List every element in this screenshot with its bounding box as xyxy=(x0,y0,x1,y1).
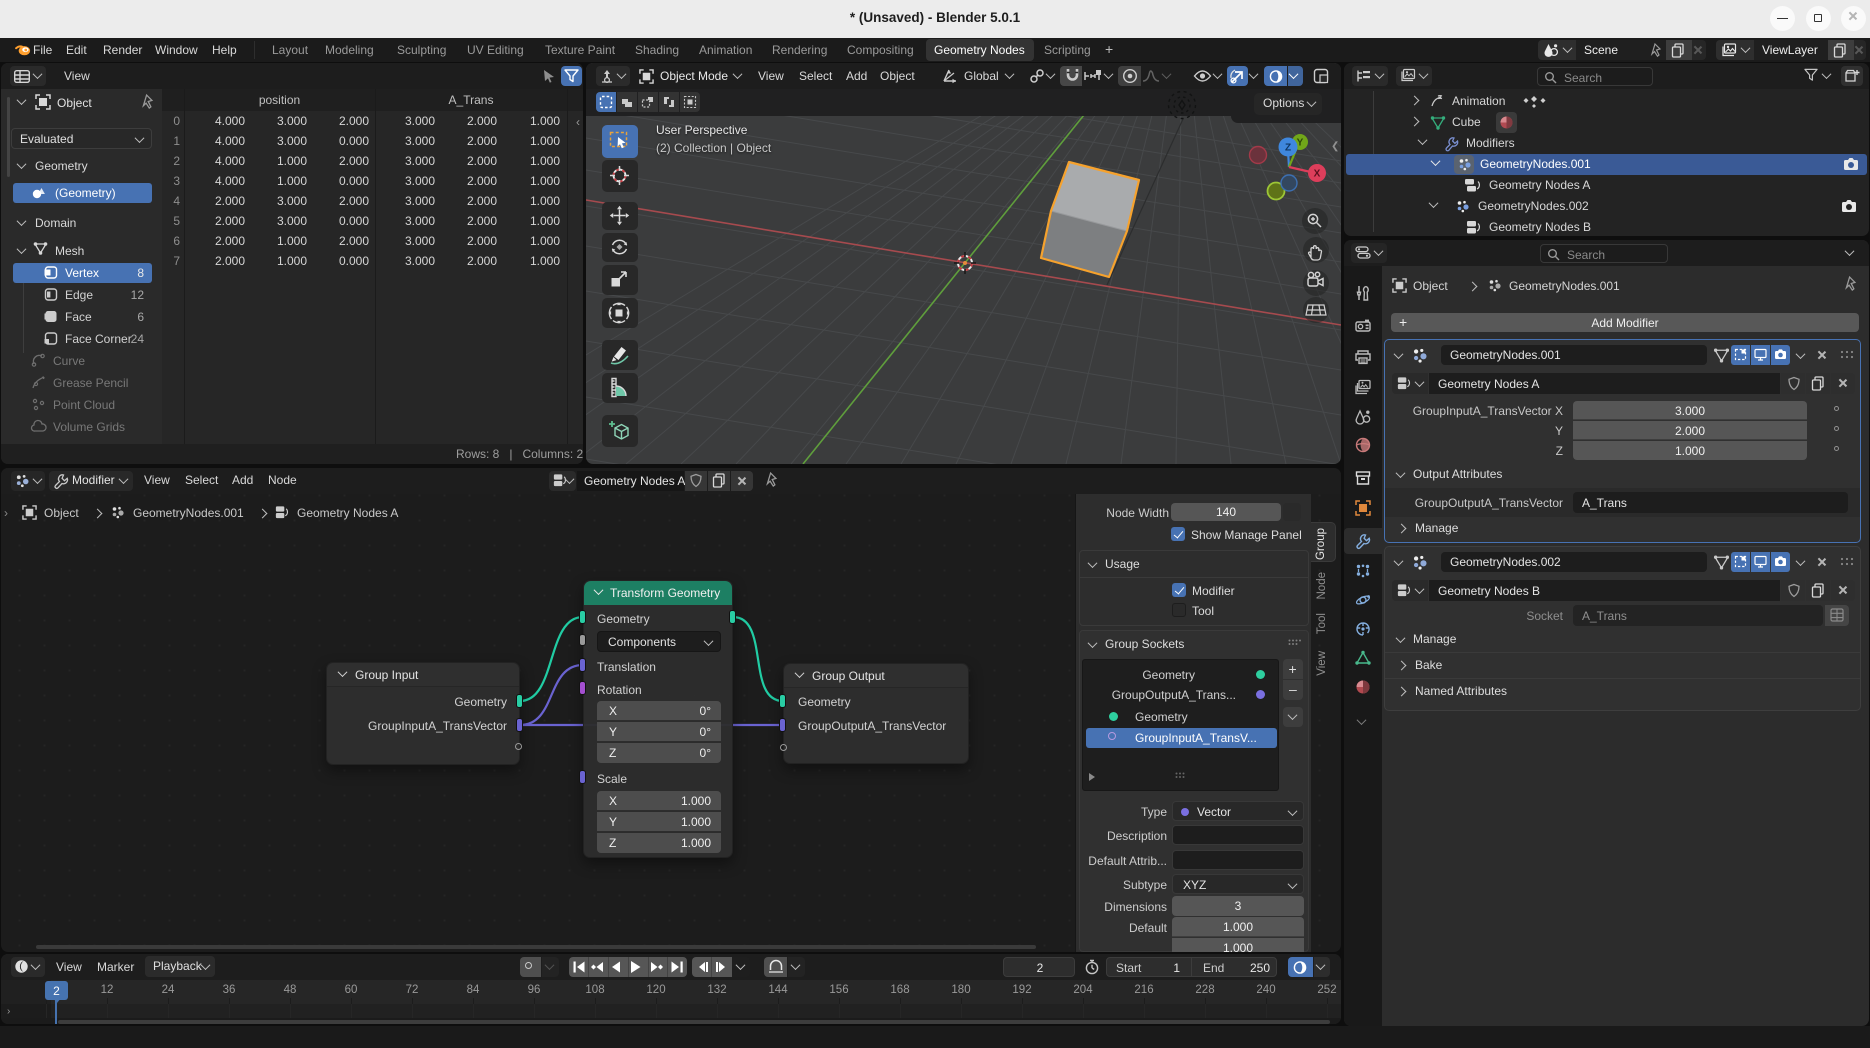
svg-text:Y: Y xyxy=(1297,138,1304,149)
svg-text:❮: ❮ xyxy=(1331,141,1339,152)
svg-text:Z: Z xyxy=(1285,143,1291,154)
svg-text:X: X xyxy=(1314,169,1321,180)
